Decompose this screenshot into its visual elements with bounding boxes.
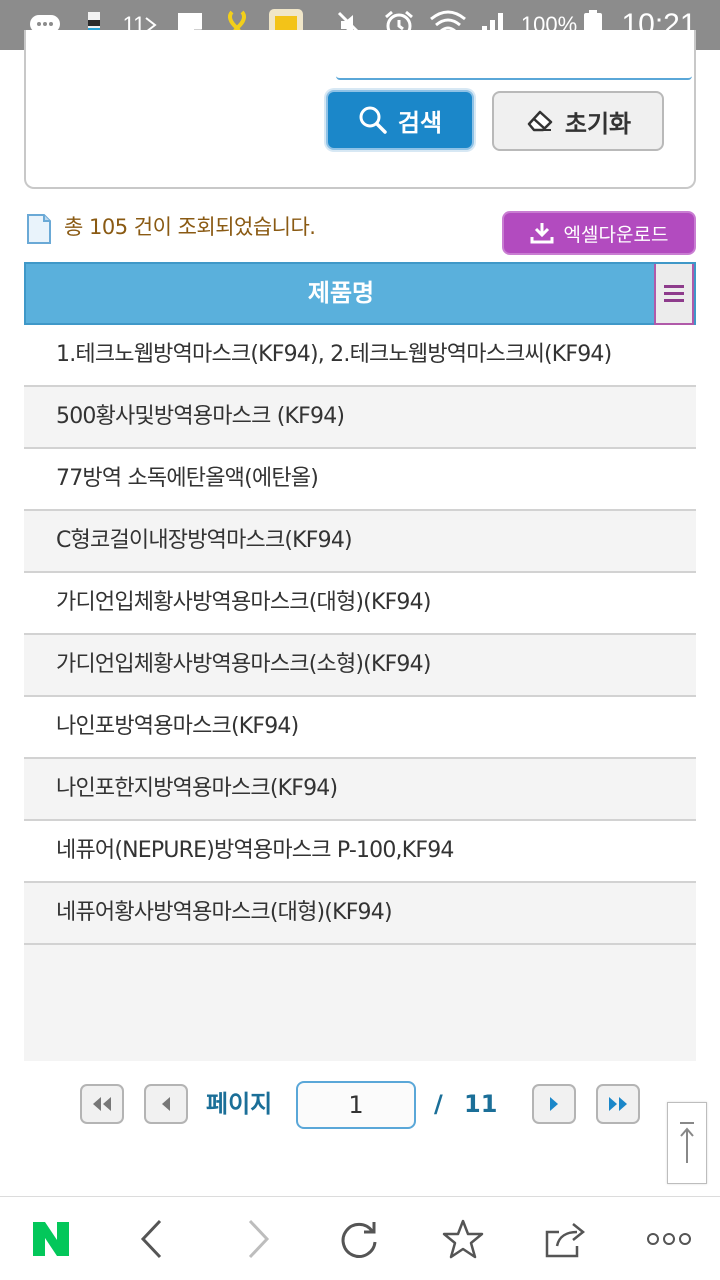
prev-page-button[interactable] (144, 1084, 188, 1124)
refresh-icon (341, 1222, 377, 1258)
document-icon (26, 213, 52, 245)
total-pages: 11 (464, 1090, 498, 1118)
table-row[interactable]: 77방역 소독에탄올액(에탄올) (24, 449, 696, 511)
hamburger-icon (664, 285, 684, 288)
double-chevron-right-icon (609, 1097, 627, 1111)
table-row[interactable]: 500황사및방역용마스크 (KF94) (24, 387, 696, 449)
table-row[interactable]: 나인포한지방역용마스크(KF94) (24, 759, 696, 821)
table-body: 1.테크노웹방역마스크(KF94), 2.테크노웹방역마스크씨(KF94) 50… (24, 325, 696, 945)
table-row[interactable]: 가디언입체황사방역용마스크(대형)(KF94) (24, 573, 696, 635)
result-summary: 총 105 건이 조회되었습니다. (64, 215, 316, 239)
reset-button-label: 초기화 (564, 109, 632, 138)
chevron-right-icon (550, 1097, 558, 1111)
table-row[interactable]: 네퓨어황사방역용마스크(대형)(KF94) (24, 883, 696, 945)
eraser-icon (527, 110, 553, 132)
excel-download-button[interactable]: 엑셀다운로드 (502, 211, 696, 255)
chevron-left-icon (140, 1219, 162, 1259)
back-button[interactable] (106, 1197, 196, 1280)
chevron-right-icon (248, 1219, 270, 1259)
naver-home-button[interactable] (6, 1197, 96, 1280)
more-button[interactable] (624, 1197, 714, 1280)
download-icon (530, 223, 554, 244)
excel-download-label: 엑셀다운로드 (563, 223, 669, 246)
page-separator: / (434, 1090, 443, 1118)
table-row[interactable]: 나인포방역용마스크(KF94) (24, 697, 696, 759)
next-page-button[interactable] (532, 1084, 576, 1124)
table-header: 제품명 (24, 262, 696, 325)
more-dots-icon (647, 1233, 691, 1245)
reset-button[interactable]: 초기화 (492, 91, 664, 151)
table-row[interactable]: 네퓨어(NEPURE)방역용마스크 P-100,KF94 (24, 821, 696, 883)
naver-logo-icon (33, 1222, 69, 1256)
search-button[interactable]: 검색 (326, 90, 474, 150)
share-icon (545, 1223, 586, 1258)
table-row[interactable]: 가디언입체황사방역용마스크(소형)(KF94) (24, 635, 696, 697)
search-button-label: 검색 (397, 108, 443, 137)
search-icon (359, 106, 387, 134)
first-page-button[interactable] (80, 1084, 124, 1124)
scroll-to-top-button[interactable] (667, 1102, 707, 1184)
share-button[interactable] (520, 1197, 610, 1280)
forward-button[interactable] (214, 1197, 304, 1280)
last-page-button[interactable] (596, 1084, 640, 1124)
column-header-product-name[interactable]: 제품명 (26, 264, 656, 323)
column-menu-button[interactable] (654, 264, 694, 325)
chevron-left-icon (162, 1097, 170, 1111)
table-row[interactable]: C형코걸이내장방역마스크(KF94) (24, 511, 696, 573)
table-row[interactable]: 1.테크노웹방역마스크(KF94), 2.테크노웹방역마스크씨(KF94) (24, 325, 696, 387)
product-table: 제품명 1.테크노웹방역마스크(KF94), 2.테크노웹방역마스크씨(KF94… (24, 262, 696, 1061)
star-icon (442, 1219, 484, 1259)
bookmark-button[interactable] (418, 1197, 508, 1280)
reload-button[interactable] (314, 1197, 404, 1280)
arrow-up-icon (680, 1122, 694, 1163)
page-number-input[interactable] (296, 1081, 416, 1129)
browser-toolbar (0, 1196, 720, 1280)
double-chevron-left-icon (93, 1097, 111, 1111)
search-field-edge[interactable] (336, 76, 692, 80)
page-label: 페이지 (206, 1090, 273, 1118)
